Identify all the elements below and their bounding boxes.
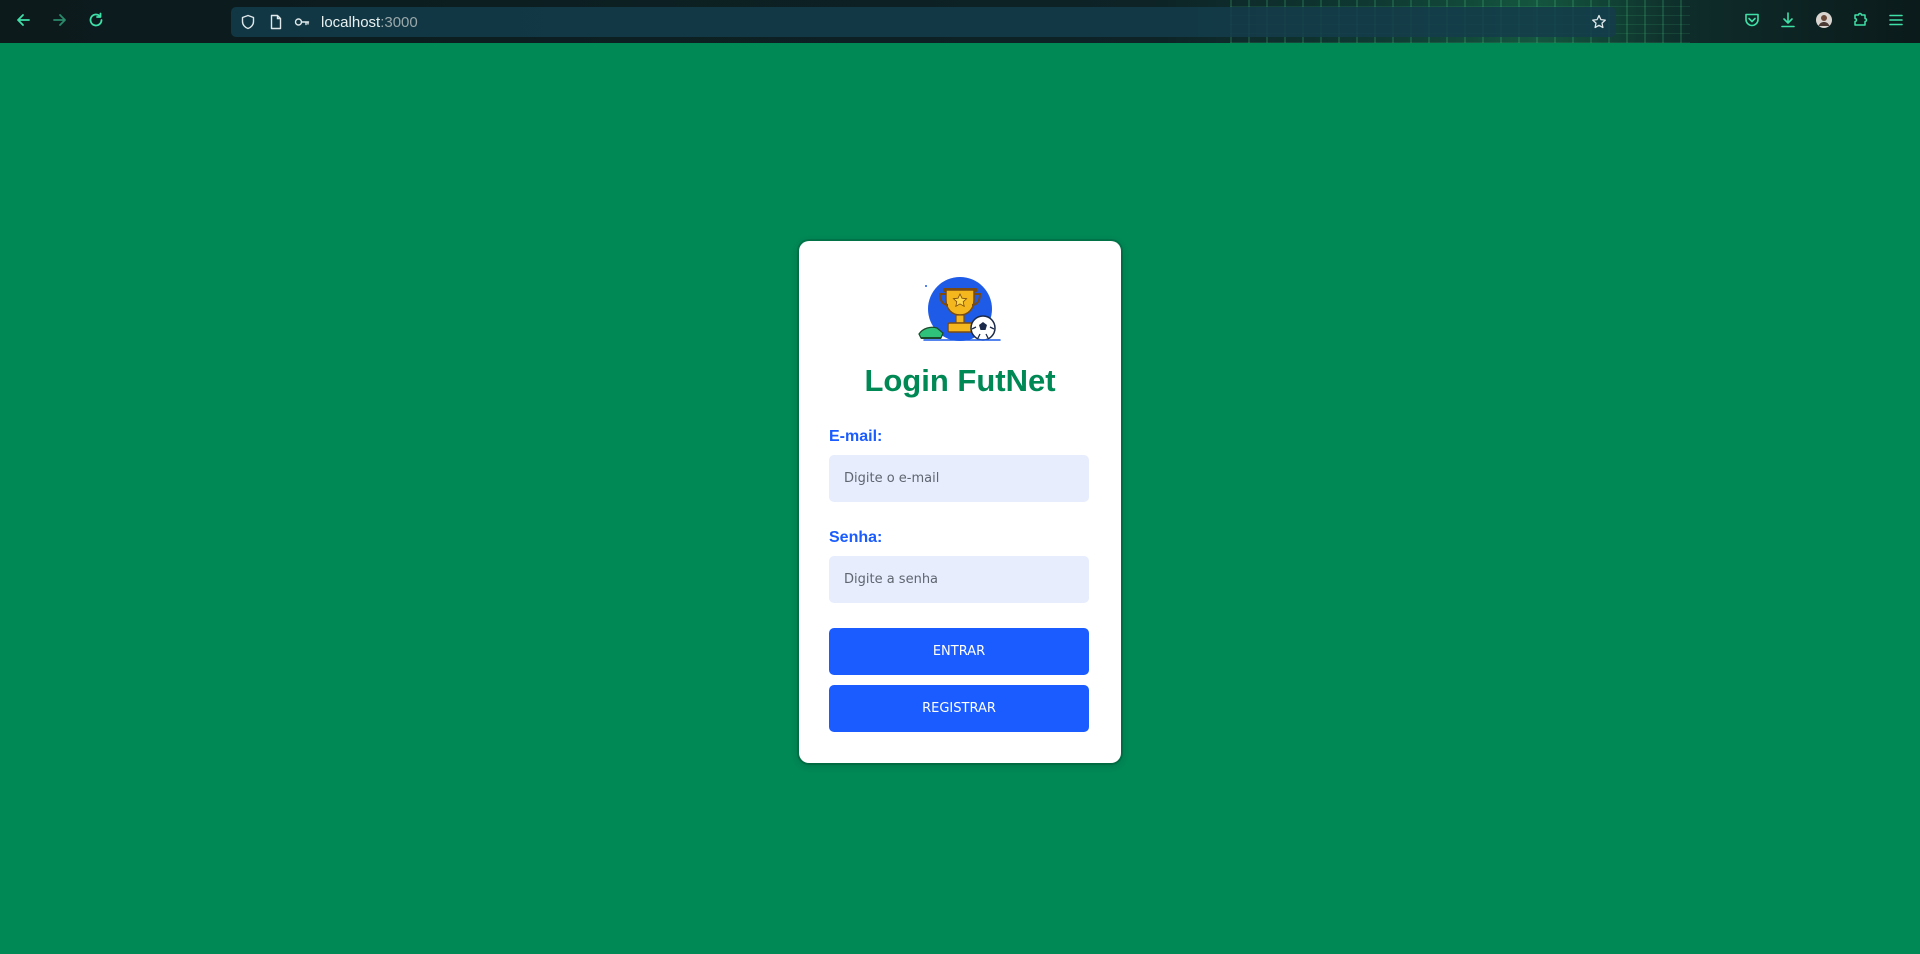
email-label: E-mail:	[829, 428, 883, 445]
register-button[interactable]: REGISTRAR	[829, 685, 1089, 732]
email-field[interactable]	[829, 455, 1089, 502]
hamburger-menu-icon	[1887, 11, 1905, 34]
shield-icon[interactable]	[239, 13, 257, 31]
page-icon[interactable]	[267, 13, 285, 31]
downloads-button[interactable]	[1777, 11, 1799, 33]
star-icon[interactable]	[1590, 13, 1608, 31]
download-icon	[1779, 11, 1797, 34]
login-button[interactable]: ENTRAR	[829, 628, 1089, 675]
arrow-left-icon	[14, 11, 32, 34]
reload-button[interactable]	[84, 10, 108, 34]
browser-toolbar: localhost:3000	[0, 0, 1920, 43]
url-bar[interactable]: localhost:3000	[231, 7, 1616, 37]
forward-button[interactable]	[48, 10, 72, 34]
url-text[interactable]: localhost:3000	[321, 14, 418, 31]
page-title: Login FutNet	[864, 363, 1056, 398]
password-label: Senha:	[829, 529, 883, 546]
extensions-button[interactable]	[1849, 11, 1871, 33]
url-port: :3000	[380, 14, 418, 31]
menu-button[interactable]	[1885, 11, 1907, 33]
avatar-icon	[1815, 11, 1833, 34]
url-host: localhost	[321, 14, 381, 31]
account-button[interactable]	[1813, 11, 1835, 33]
reload-icon	[87, 11, 105, 34]
puzzle-icon	[1851, 11, 1869, 34]
back-button[interactable]	[11, 10, 35, 34]
arrow-right-icon	[51, 11, 69, 34]
trophy-soccer-logo	[916, 276, 1004, 344]
key-icon[interactable]	[293, 13, 311, 31]
pocket-icon	[1743, 11, 1761, 34]
password-field[interactable]	[829, 556, 1089, 603]
login-card: Login FutNet E-mail: Senha: ENTRAR REGIS…	[799, 241, 1121, 763]
pocket-button[interactable]	[1741, 11, 1763, 33]
